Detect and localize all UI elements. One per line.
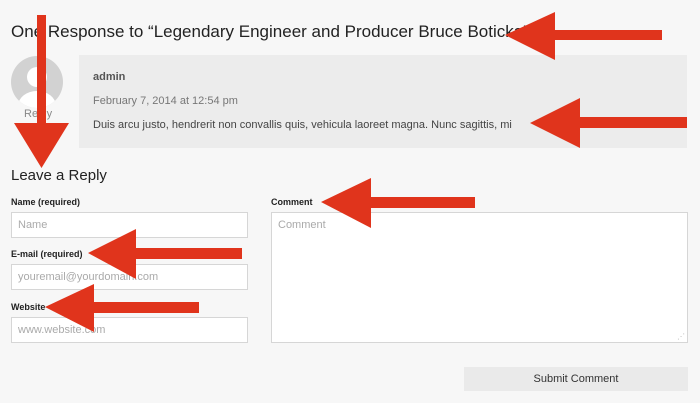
email-field[interactable] (11, 264, 248, 290)
submit-comment-button[interactable]: Submit Comment (464, 367, 688, 391)
reply-link[interactable]: Reply (24, 108, 52, 120)
email-label: E-mail (required) (11, 249, 83, 259)
comment-author: admin (93, 71, 126, 83)
comment-date[interactable]: February 7, 2014 at 12:54 pm (93, 95, 238, 107)
website-label: Website (11, 302, 46, 312)
comment-field[interactable] (271, 212, 688, 343)
comment-field-wrapper: ⋰ (271, 212, 688, 343)
name-field[interactable] (11, 212, 248, 238)
avatar (11, 56, 63, 108)
user-silhouette-icon (18, 67, 56, 108)
comment-label: Comment (271, 197, 313, 207)
comment-text: Duis arcu justo, hendrerit non convallis… (93, 119, 512, 131)
website-field[interactable] (11, 317, 248, 343)
leave-reply-title: Leave a Reply (11, 167, 107, 184)
comments-heading: One Response to “Legendary Engineer and … (11, 22, 529, 41)
resize-grip-icon[interactable]: ⋰ (677, 332, 685, 341)
name-label: Name (required) (11, 197, 81, 207)
